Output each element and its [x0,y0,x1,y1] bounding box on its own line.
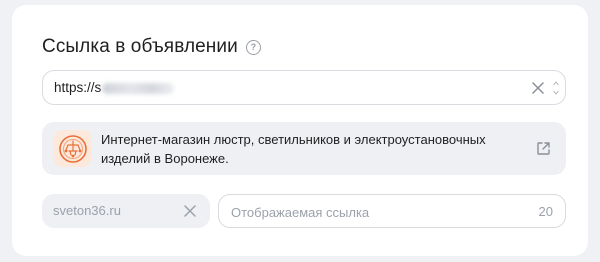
display-link-field[interactable]: 20 [218,194,566,229]
link-settings-card: Ссылка в объявлении ? https://s Интернет… [12,5,588,256]
domain-value: sveton36.ru [53,203,121,218]
spin-arrows-icon[interactable] [553,80,559,96]
display-link-input[interactable] [229,195,513,229]
char-counter: 20 [538,204,553,219]
chandelier-logo-icon [54,130,91,167]
link-preview: Интернет-магазин люстр, светильников и э… [42,122,566,175]
section-header: Ссылка в объявлении ? [42,36,261,58]
url-value[interactable]: https://s [54,80,175,95]
redacted-url-part [102,82,175,94]
close-icon[interactable] [183,204,197,218]
domain-field[interactable]: sveton36.ru [42,194,210,228]
url-input[interactable]: https://s [42,70,566,105]
site-description: Интернет-магазин люстр, светильников и э… [101,132,486,166]
help-icon[interactable]: ? [245,39,261,55]
close-icon[interactable] [531,81,545,95]
section-title: Ссылка в объявлении [42,36,238,57]
external-link-icon[interactable] [536,141,551,156]
